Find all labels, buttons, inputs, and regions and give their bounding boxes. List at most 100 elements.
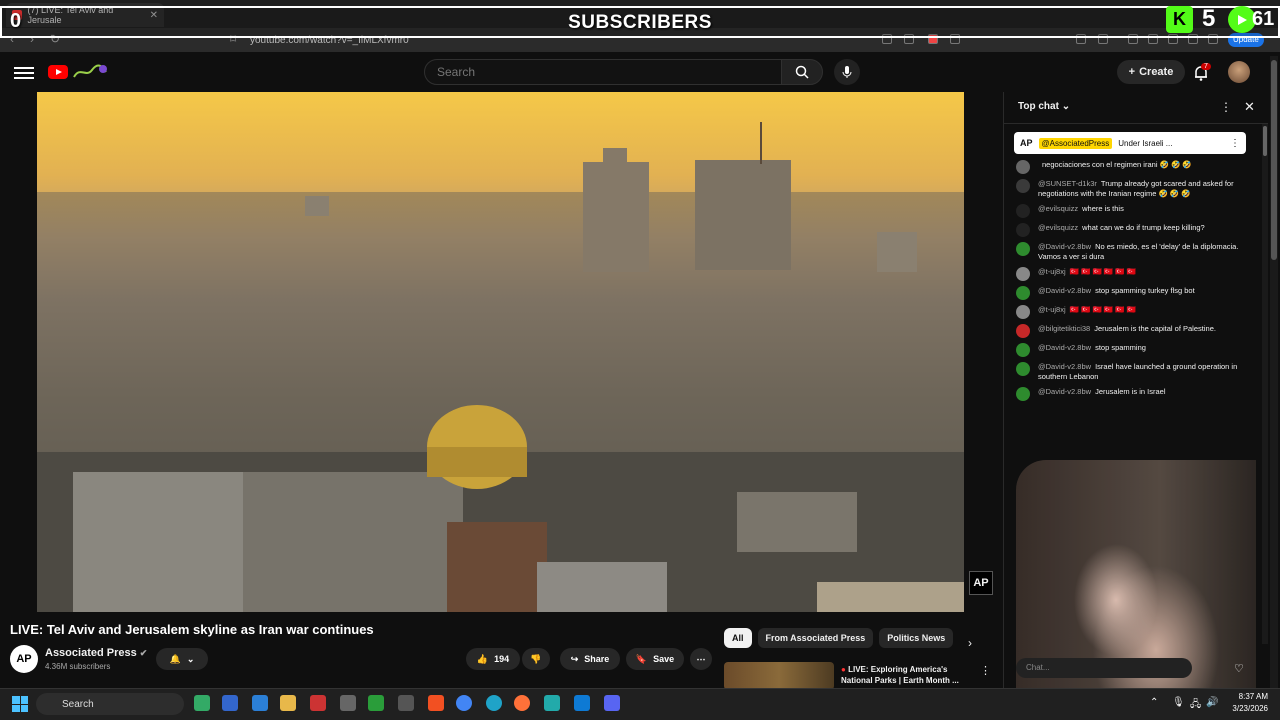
chat-author-name[interactable]: @David-v2.8bw — [1038, 362, 1091, 371]
recommendation-menu-icon[interactable]: ⋮ — [980, 664, 991, 677]
chevron-right-icon[interactable]: › — [968, 636, 972, 650]
volume-icon[interactable]: 🔊 — [1206, 697, 1218, 708]
close-chat-icon[interactable]: ✕ — [1244, 99, 1255, 115]
windows-start-icon[interactable] — [12, 696, 28, 712]
chat-author-avatar[interactable] — [1016, 343, 1030, 357]
search-button[interactable] — [781, 59, 823, 85]
create-button[interactable]: + Create — [1117, 60, 1185, 84]
chat-author-name[interactable]: @David-v2.8bw — [1038, 387, 1091, 396]
chat-message-text: 🇹🇷 🇹🇷 🇹🇷 🇹🇷 🇹🇷 🇹🇷 — [1069, 305, 1137, 314]
app-icon[interactable] — [368, 695, 384, 711]
youtube-logo[interactable] — [48, 64, 108, 80]
streamer-webcam — [1016, 460, 1256, 688]
chat-message[interactable]: @bilgitetiktici38 Jerusalem is the capita… — [1016, 324, 1246, 338]
chrome-icon[interactable] — [456, 695, 472, 711]
file-explorer-icon[interactable] — [280, 695, 296, 711]
microphone-tray-icon[interactable]: 🎙 — [1172, 697, 1185, 708]
network-icon[interactable]: 🖧 — [1190, 697, 1201, 714]
chat-message[interactable]: @David-v2.8bw No es miedo, es el 'delay' … — [1016, 242, 1246, 262]
chat-message[interactable]: @David-v2.8bw stop spamming turkey flsg b… — [1016, 286, 1246, 300]
chip-all[interactable]: All — [724, 628, 752, 648]
chat-author-name[interactable]: @David-v2.8bw — [1038, 343, 1091, 352]
task-view-icon[interactable] — [194, 695, 210, 711]
chat-author-name[interactable]: @bilgitetiktici38 — [1038, 324, 1090, 333]
app-icon[interactable] — [310, 695, 326, 711]
rumble-follower-count: 61 — [1252, 8, 1275, 30]
heart-icon[interactable]: ♡ — [1234, 662, 1244, 675]
subscribers-label: SUBSCRIBERS — [568, 12, 712, 33]
live-dot-icon: ● — [841, 665, 846, 674]
chat-message-body: @David-v2.8bw stop spamming turkey flsg b… — [1038, 286, 1195, 300]
chat-message[interactable]: @t-uj8xj 🇹🇷 🇹🇷 🇹🇷 🇹🇷 🇹🇷 🇹🇷 — [1016, 305, 1246, 319]
chat-message-body: @SUNSET-d1k3r Trump already got scared an… — [1038, 179, 1246, 199]
account-avatar[interactable] — [1228, 61, 1250, 83]
vscode-icon[interactable] — [574, 695, 590, 711]
chat-input[interactable]: Chat... — [1016, 658, 1192, 678]
chat-author-avatar[interactable] — [1016, 362, 1030, 376]
chat-author-name[interactable]: @t-uj8xj — [1038, 267, 1066, 276]
page-scrollbar[interactable] — [1270, 56, 1278, 688]
chat-message[interactable]: @David-v2.8bw stop spamming — [1016, 343, 1246, 357]
firefox-icon[interactable] — [514, 695, 530, 711]
notification-count-badge: 7 — [1201, 63, 1211, 70]
chat-author-avatar[interactable] — [1016, 286, 1030, 300]
app-icon[interactable] — [222, 695, 238, 711]
chat-message[interactable]: @David-v2.8bw Israel have launched a grou… — [1016, 362, 1246, 382]
voice-search-button[interactable] — [834, 59, 860, 85]
chat-message[interactable]: @SUNSET-d1k3r Trump already got scared an… — [1016, 179, 1246, 199]
brave-browser-icon[interactable] — [428, 695, 444, 711]
chat-scrollbar[interactable] — [1262, 124, 1268, 644]
chip-from-associated-press[interactable]: From Associated Press — [757, 628, 874, 648]
share-button[interactable]: ↪ Share — [560, 648, 620, 670]
chat-author-avatar[interactable] — [1016, 160, 1030, 174]
video-player[interactable] — [37, 92, 964, 612]
app-icon[interactable] — [252, 695, 268, 711]
chat-author-name[interactable]: @evilsquizz — [1038, 223, 1078, 232]
chip-politics-news[interactable]: Politics News — [879, 628, 954, 648]
app-icon[interactable] — [398, 695, 414, 711]
pinned-menu-icon[interactable]: ⋮ — [1230, 138, 1240, 149]
chat-author-avatar[interactable] — [1016, 204, 1030, 218]
discord-icon[interactable] — [604, 695, 620, 711]
chat-author-avatar[interactable] — [1016, 387, 1030, 401]
dislike-button[interactable]: 👎 — [522, 648, 550, 670]
subscription-bell-button[interactable]: 🔔 ⌄ — [156, 648, 208, 670]
app-icon[interactable] — [544, 695, 560, 711]
chat-author-avatar[interactable] — [1016, 305, 1030, 319]
chat-author-avatar[interactable] — [1016, 223, 1030, 237]
chat-author-name[interactable]: @evilsquizz — [1038, 204, 1078, 213]
hamburger-menu-icon[interactable] — [14, 64, 34, 80]
app-icon[interactable] — [340, 695, 356, 711]
chat-message[interactable]: @evilsquizz where is this — [1016, 204, 1246, 218]
chat-author-avatar[interactable] — [1016, 267, 1030, 281]
edge-icon[interactable] — [486, 695, 502, 711]
more-actions-button[interactable]: ⋯ — [690, 648, 712, 670]
chat-options-icon[interactable]: ⋮ — [1220, 100, 1232, 114]
chat-message[interactable]: @t-uj8xj 🇹🇷 🇹🇷 🇹🇷 🇹🇷 🇹🇷 🇹🇷 — [1016, 267, 1246, 281]
like-button[interactable]: 👍 194 — [466, 648, 520, 670]
pinned-message[interactable]: AP @AssociatedPress Under Israeli ... ⋮ — [1014, 132, 1246, 154]
pinned-author: @AssociatedPress — [1038, 137, 1113, 149]
chat-author-name[interactable]: @SUNSET-d1k3r — [1038, 179, 1097, 188]
chat-message[interactable]: negociaciones con el regimen irani 🤣 🤣 🤣 — [1016, 160, 1246, 174]
save-button[interactable]: 🔖 Save — [626, 648, 684, 670]
chat-author-name[interactable]: @David-v2.8bw — [1038, 286, 1091, 295]
chat-author-name[interactable]: @t-uj8xj — [1038, 305, 1066, 314]
chat-author-avatar[interactable] — [1016, 242, 1030, 256]
chat-author-name[interactable]: @David-v2.8bw — [1038, 242, 1091, 251]
channel-name[interactable]: Associated Press ✔ — [45, 647, 147, 659]
chat-author-avatar[interactable] — [1016, 324, 1030, 338]
clock-date[interactable]: 3/23/2026 — [1222, 704, 1268, 713]
top-chat-dropdown[interactable]: Top chat ⌄ — [1018, 101, 1070, 112]
clock-time[interactable]: 8:37 AM — [1236, 692, 1268, 701]
microphone-icon — [842, 66, 852, 78]
recommended-video-thumbnail[interactable] — [724, 662, 834, 690]
tray-chevron-up-icon[interactable]: ⌃ — [1150, 697, 1158, 708]
taskbar-search[interactable]: Search — [36, 693, 184, 715]
chat-message[interactable]: @David-v2.8bw Jerusalem is in Israel — [1016, 387, 1246, 401]
search-input[interactable] — [424, 59, 782, 85]
channel-avatar[interactable]: AP — [10, 645, 38, 673]
chat-message[interactable]: @evilsquizz what can we do if trump keep … — [1016, 223, 1246, 237]
chat-author-avatar[interactable] — [1016, 179, 1030, 193]
recommended-video-title[interactable]: ● LIVE: Exploring America's National Par… — [841, 664, 971, 686]
